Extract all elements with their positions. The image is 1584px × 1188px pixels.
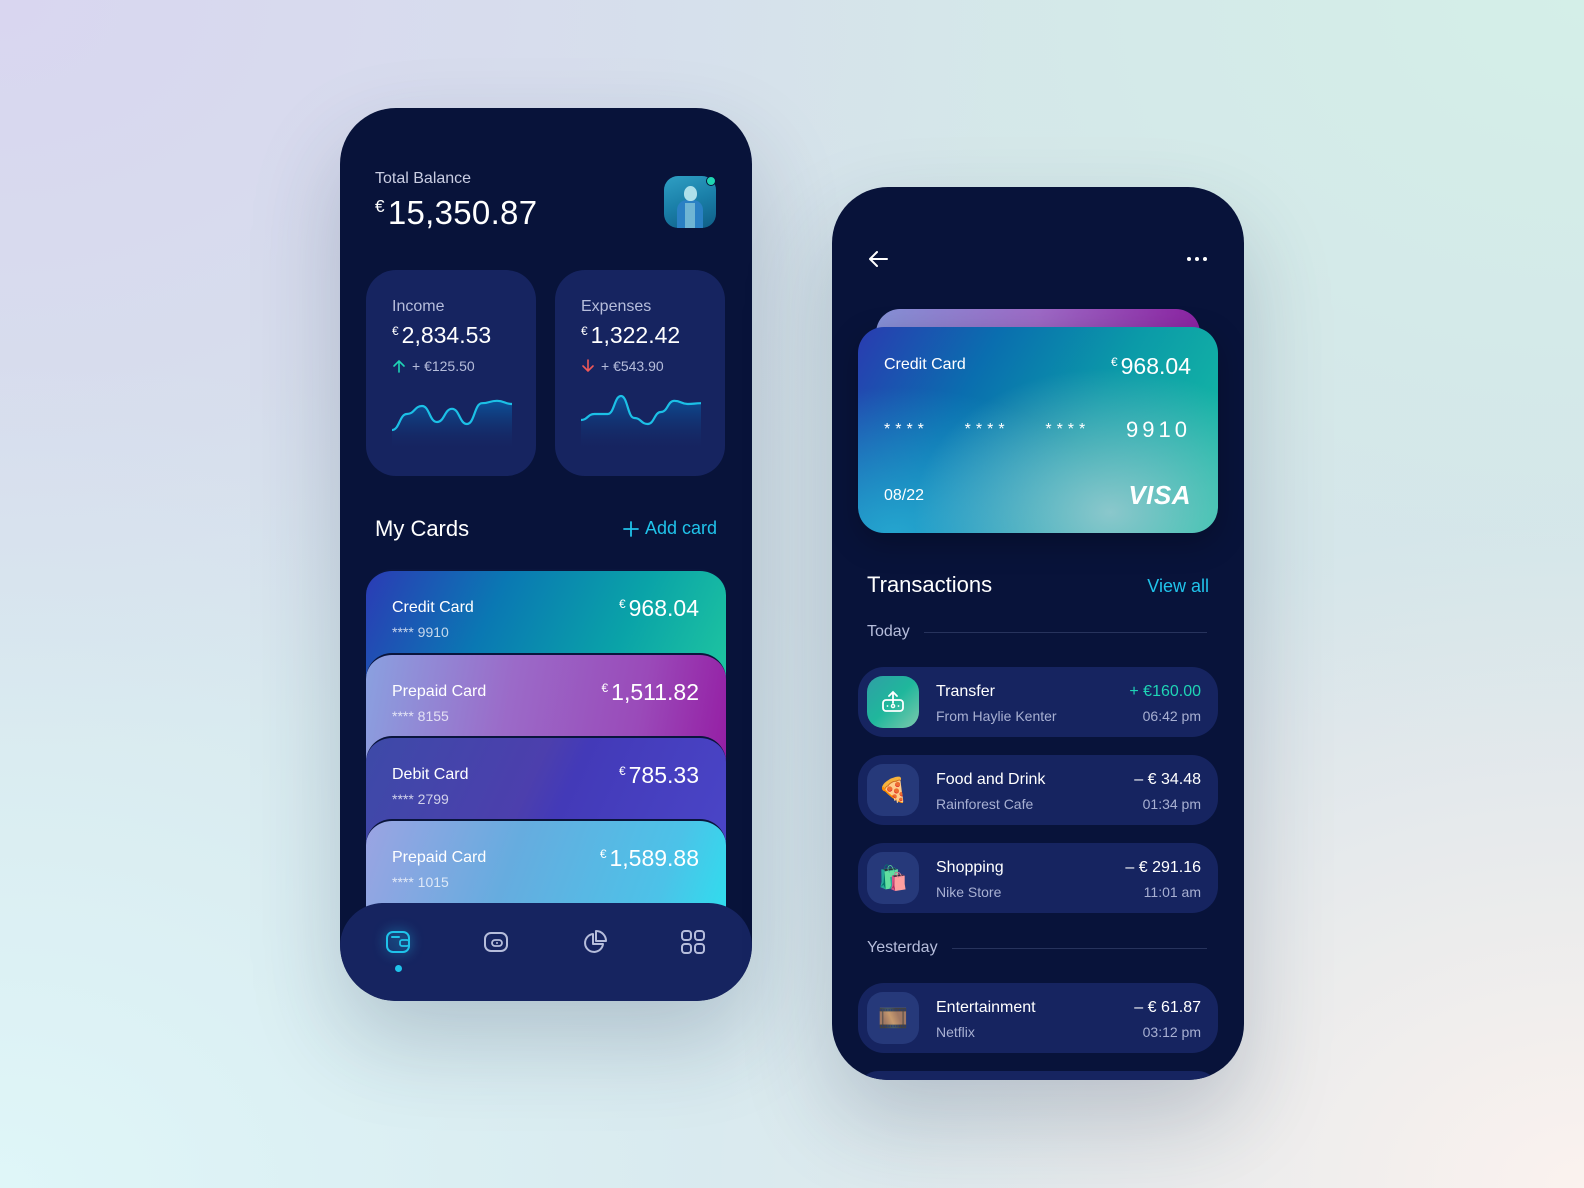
income-title: Income [392, 298, 445, 315]
currency-symbol: € [392, 323, 399, 338]
card-last4: 9910 [1126, 417, 1191, 442]
online-status-dot [706, 176, 716, 186]
my-cards-title: My Cards [375, 516, 470, 541]
card-balance: €968.04 [1110, 353, 1191, 379]
transaction-time: 06:42 pm [1142, 708, 1201, 724]
shopping-bags-icon: 🛍️ [867, 852, 919, 904]
transaction-source: Nike Store [936, 884, 1002, 900]
divider [923, 631, 1207, 633]
more-options-button[interactable] [1184, 249, 1210, 269]
total-balance-value: €15,350.87 [375, 194, 537, 232]
plus-icon [623, 520, 639, 537]
pie-chart-icon [584, 930, 607, 953]
income-value: €2,834.53 [392, 322, 491, 349]
income-card[interactable]: Income €2,834.53 + €125.50 [366, 270, 536, 476]
divider [951, 947, 1207, 949]
card-name: Debit Card [392, 766, 469, 783]
total-balance-label: Total Balance [375, 170, 472, 187]
nav-more-apps[interactable] [678, 927, 708, 957]
active-indicator [395, 965, 402, 972]
transaction-row[interactable]: 🍕 Food and Drink Rainforest Cafe – € 34.… [858, 755, 1218, 825]
transaction-amount: – € 61.87 [1134, 999, 1201, 1016]
add-card-label: Add card [644, 518, 717, 538]
transaction-name: Transfer [936, 683, 995, 700]
balance-amount: 15,350.87 [387, 194, 538, 231]
transaction-name: Food and Drink [936, 771, 1046, 788]
transaction-time: 01:34 pm [1142, 796, 1201, 812]
currency-symbol: € [581, 323, 588, 338]
transaction-source: Netflix [936, 1024, 975, 1040]
income-change-value: + €125.50 [412, 358, 475, 374]
card-name: Credit Card [884, 356, 966, 373]
view-all-link[interactable]: View all [1147, 576, 1209, 597]
expenses-change-value: + €543.90 [601, 358, 664, 374]
card-name: Credit Card [392, 599, 474, 616]
income-sparkline [392, 399, 512, 448]
nav-statistics[interactable] [580, 927, 610, 957]
currency-symbol: € [375, 196, 385, 216]
transaction-row-partial[interactable] [858, 1071, 1218, 1080]
transaction-amount: + €160.00 [1129, 683, 1201, 700]
income-change: + €125.50 [392, 358, 475, 374]
expenses-title: Expenses [581, 298, 652, 315]
selected-card[interactable]: Credit Card €968.04 **** **** **** 9910 … [858, 327, 1218, 533]
card-number: **** 9910 [392, 624, 449, 640]
expenses-amount: 1,322.42 [590, 322, 681, 348]
card-number: **** 2799 [392, 791, 449, 807]
expenses-sparkline [581, 394, 701, 448]
bottom-navigation [340, 903, 752, 1001]
transaction-amount: – € 291.16 [1125, 859, 1201, 876]
arrow-up-icon [393, 359, 405, 373]
add-card-button[interactable]: Add card [623, 518, 717, 539]
transaction-amount: – € 34.48 [1134, 771, 1201, 788]
expenses-change: + €543.90 [581, 358, 664, 374]
card-number: **** 8155 [392, 708, 449, 724]
transaction-source: Rainforest Cafe [936, 796, 1034, 812]
card-balance: €785.33 [618, 762, 699, 788]
card-name: Prepaid Card [392, 683, 487, 700]
transaction-row[interactable]: 🎞️ Entertainment Netflix – € 61.87 03:12… [858, 983, 1218, 1053]
wallet-icon [386, 931, 410, 953]
transaction-row[interactable]: 🛍️ Shopping Nike Store – € 291.16 11:01 … [858, 843, 1218, 913]
grid-icon [681, 930, 705, 954]
group-label-yesterday: Yesterday [867, 939, 1207, 957]
arrow-left-icon [869, 251, 888, 267]
film-icon: 🎞️ [867, 992, 919, 1044]
transactions-title: Transactions [867, 572, 993, 597]
card-balance: €1,589.88 [599, 845, 699, 871]
transfer-icon [867, 676, 919, 728]
transaction-time: 11:01 am [1143, 884, 1201, 900]
group-label-today: Today [867, 623, 1207, 641]
card-balance: €968.04 [618, 595, 699, 621]
card-number: **** **** **** 9910 [884, 417, 1191, 442]
expenses-card[interactable]: Expenses €1,322.42 + €543.90 [555, 270, 725, 476]
card-detail-screen: Credit Card €968.04 **** **** **** 9910 … [832, 187, 1244, 1080]
arrow-down-icon [582, 359, 594, 373]
card-icon [484, 932, 508, 952]
nav-wallet[interactable] [383, 927, 413, 957]
wallet-screen: Total Balance €15,350.87 Income €2,834.5… [340, 108, 752, 1001]
card-balance: €1,511.82 [601, 679, 699, 705]
card-number: **** 1015 [392, 874, 449, 890]
pizza-icon: 🍕 [867, 764, 919, 816]
back-button[interactable] [866, 247, 890, 271]
income-amount: 2,834.53 [401, 322, 492, 348]
visa-logo-icon: VISA [1128, 480, 1191, 510]
nav-cards[interactable] [481, 927, 511, 957]
transaction-name: Entertainment [936, 999, 1036, 1016]
transaction-source: From Haylie Kenter [936, 708, 1057, 724]
card-expiry: 08/22 [884, 487, 925, 504]
expenses-value: €1,322.42 [581, 322, 680, 349]
transaction-row[interactable]: Transfer From Haylie Kenter + €160.00 06… [858, 667, 1218, 737]
card-name: Prepaid Card [392, 849, 487, 866]
transaction-time: 03:12 pm [1142, 1024, 1201, 1040]
more-horizontal-icon [1187, 257, 1191, 261]
transaction-name: Shopping [936, 859, 1004, 876]
